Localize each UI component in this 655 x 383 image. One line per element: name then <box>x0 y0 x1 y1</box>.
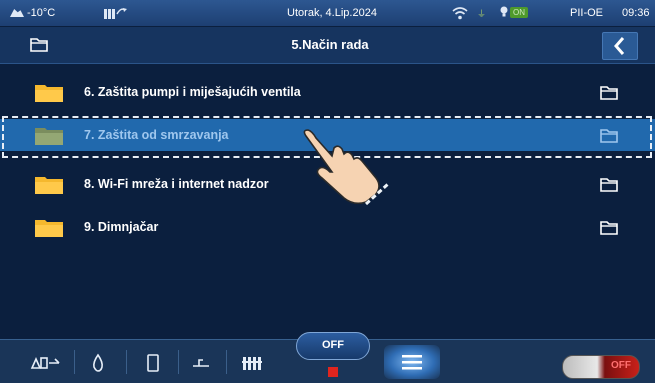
bulb-status: ON <box>500 6 528 18</box>
folder-icon <box>35 85 63 102</box>
toggle-label: OFF <box>611 360 631 371</box>
valve-icon[interactable] <box>188 350 214 376</box>
menu-item-label: 8. Wi-Fi mreža i internet nadzor <box>84 177 269 191</box>
plug-icon: ⏚ <box>477 9 487 19</box>
radiator-icon[interactable] <box>238 350 266 376</box>
menu-item-label: 9. Dimnjačar <box>84 220 159 234</box>
mountain-icon <box>10 9 24 17</box>
divider <box>126 350 127 374</box>
menu-item[interactable]: 6. Zaštita pumpi i miješajućih ventila <box>0 76 655 108</box>
folder-outline-icon <box>600 86 618 100</box>
heating-system-icon <box>104 8 127 19</box>
back-button[interactable] <box>602 32 638 60</box>
stop-indicator <box>328 367 338 377</box>
outdoor-temperature: -10°C <box>10 7 55 19</box>
folder-outline-icon[interactable] <box>30 36 48 52</box>
menu-item-label: 6. Zaštita pumpi i miješajućih ventila <box>84 85 301 99</box>
clock-time: 09:36 <box>622 7 650 19</box>
status-bar: -10°C Utorak, 4.Lip.2024 ⏚ ON PII-OE 09:… <box>0 0 655 26</box>
divider <box>178 350 179 374</box>
folder-outline-icon <box>600 178 618 192</box>
folder-icon <box>35 220 63 237</box>
bulb-icon <box>500 6 508 17</box>
folder-icon <box>35 177 63 194</box>
pointing-hand-icon <box>303 129 390 206</box>
bulb-on-badge: ON <box>510 6 528 18</box>
off-button[interactable]: OFF <box>296 332 370 360</box>
date-text: Utorak, 4.Lip.2024 <box>287 7 377 19</box>
water-tank-icon[interactable] <box>142 350 164 376</box>
temperature-value: -10°C <box>27 7 56 19</box>
menu-button[interactable] <box>384 345 440 379</box>
title-bar: 5.Način rada <box>0 27 655 64</box>
wifi-icon <box>452 7 468 20</box>
screen: -10°C Utorak, 4.Lip.2024 ⏚ ON PII-OE 09:… <box>0 0 655 383</box>
divider <box>74 350 75 374</box>
hamburger-icon <box>402 355 422 370</box>
page-title: 5.Način rada <box>291 37 369 52</box>
boiler-mode-icon[interactable] <box>28 350 62 376</box>
folder-outline-icon <box>600 221 618 235</box>
power-toggle[interactable]: OFF <box>562 355 640 379</box>
user-text: PII-OE <box>570 7 604 19</box>
chevron-left-icon <box>614 37 625 55</box>
flame-icon[interactable] <box>86 350 110 376</box>
divider <box>226 350 227 374</box>
menu-item[interactable]: 9. Dimnjačar <box>0 211 655 243</box>
